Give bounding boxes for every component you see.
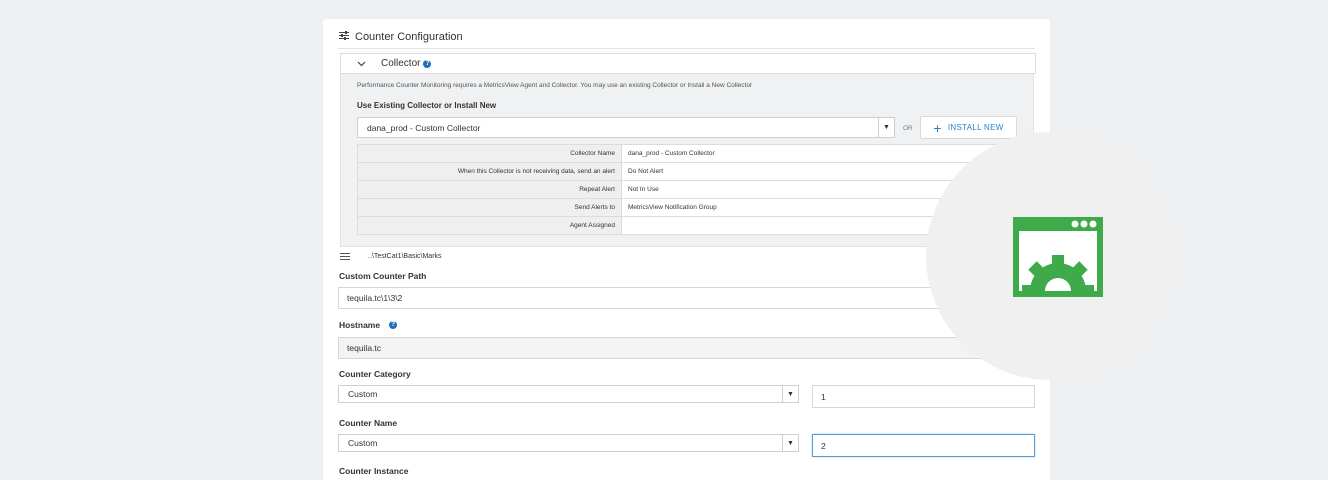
collector-select-value: dana_prod - Custom Collector [367,122,481,133]
collector-label: Collector [381,58,421,69]
section-title: Counter Configuration [339,31,463,43]
sliders-icon [339,31,349,43]
counter-category-input[interactable]: 1 [812,385,1035,408]
use-existing-label: Use Existing Collector or Install New [357,101,497,110]
menu-lines-icon[interactable] [340,253,350,260]
plus-icon: + [933,119,942,136]
help-icon[interactable]: ? [389,321,398,329]
help-icon[interactable]: ? [423,59,432,68]
counter-name-select-value: Custom [348,438,378,448]
install-new-label: INSTALL NEW [947,123,1004,132]
hostname-label-group: Hostname ? [339,320,398,330]
table-key: Collector Name [357,144,622,163]
table-key: Repeat Alert [357,180,622,199]
hostname-input[interactable]: tequila.tc [338,337,1035,359]
install-new-button[interactable]: + INSTALL NEW [920,116,1017,139]
dropdown-arrow-icon[interactable]: ▼ [878,118,894,137]
table-value: dana_prod - Custom Collector [621,144,1017,163]
table-key: When this Collector is not receiving dat… [357,162,622,181]
dropdown-arrow-icon[interactable]: ▼ [782,386,798,402]
table-row: Repeat Alert Not In Use [357,180,1017,199]
chevron-down-icon[interactable] [357,59,369,69]
counter-name-input[interactable]: 2 [812,434,1035,457]
custom-counter-path-label: Custom Counter Path [339,271,427,281]
counter-category-label: Counter Category [339,369,411,379]
table-row: Agent Assigned [357,216,1017,235]
counter-category-select[interactable]: Custom ▼ [338,385,799,403]
counter-name-label: Counter Name [339,418,398,428]
table-row: Collector Name dana_prod - Custom Collec… [357,144,1017,163]
counter-name-select[interactable]: Custom ▼ [338,434,799,452]
table-key: Agent Assigned [357,216,622,235]
counter-category-select-value: Custom [348,389,378,399]
counter-instance-label: Counter Instance [339,466,409,476]
counter-name-input-value: 2 [821,440,826,451]
or-separator: OR [903,125,913,132]
window-gear-icon [1013,217,1103,319]
counter-path-display: ..\TestCat1\Basic\Marks [340,253,442,260]
counter-path-text: ..\TestCat1\Basic\Marks [368,253,442,260]
collector-info-text: Performance Counter Monitoring requires … [357,82,753,89]
custom-counter-path-value: tequila.tc\1\3\2 [347,293,403,303]
section-title-text: Counter Configuration [355,31,463,43]
title-divider [338,48,1035,49]
dropdown-arrow-icon[interactable]: ▼ [782,435,798,451]
collector-accordion-header[interactable]: Collector ? [340,53,1036,74]
table-key: Send Alerts to [357,198,622,217]
hostname-value: tequila.tc [347,343,382,353]
counter-category-input-value: 1 [821,391,826,402]
table-row: Send Alerts to MetricsView Notification … [357,198,1017,217]
collector-select[interactable]: dana_prod - Custom Collector ▼ [357,117,895,138]
table-row: When this Collector is not receiving dat… [357,162,1017,181]
collector-details-table: Collector Name dana_prod - Custom Collec… [357,144,1017,235]
hostname-label: Hostname [339,320,381,330]
